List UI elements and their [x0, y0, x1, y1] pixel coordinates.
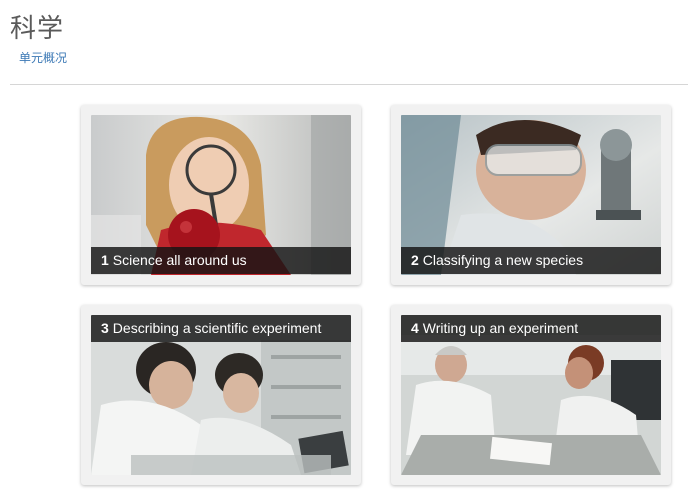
unit-card-1[interactable]: 1 Science all around us [81, 105, 361, 285]
unit-number: 1 [101, 252, 109, 268]
unit-card-caption: 2 Classifying a new species [401, 247, 661, 274]
unit-card-caption: 4 Writing up an experiment [401, 315, 661, 342]
unit-card-4[interactable]: 4 Writing up an experiment [391, 305, 671, 485]
unit-card-3[interactable]: 3 Describing a scientific experiment [81, 305, 361, 485]
unit-overview-link[interactable]: 单元概况 [19, 49, 67, 66]
unit-title: Science all around us [112, 252, 247, 268]
unit-card-2[interactable]: 2 Classifying a new species [391, 105, 671, 285]
unit-title: Writing up an experiment [422, 320, 579, 336]
unit-number: 2 [411, 252, 419, 268]
unit-number: 4 [411, 320, 419, 336]
unit-title: Classifying a new species [422, 252, 584, 268]
unit-card-caption: 1 Science all around us [91, 247, 351, 274]
unit-number: 3 [101, 320, 109, 336]
unit-title: Describing a scientific experiment [112, 320, 322, 336]
page-title: 科学 [10, 14, 65, 44]
unit-card-caption: 3 Describing a scientific experiment [91, 315, 351, 342]
divider [10, 84, 688, 85]
